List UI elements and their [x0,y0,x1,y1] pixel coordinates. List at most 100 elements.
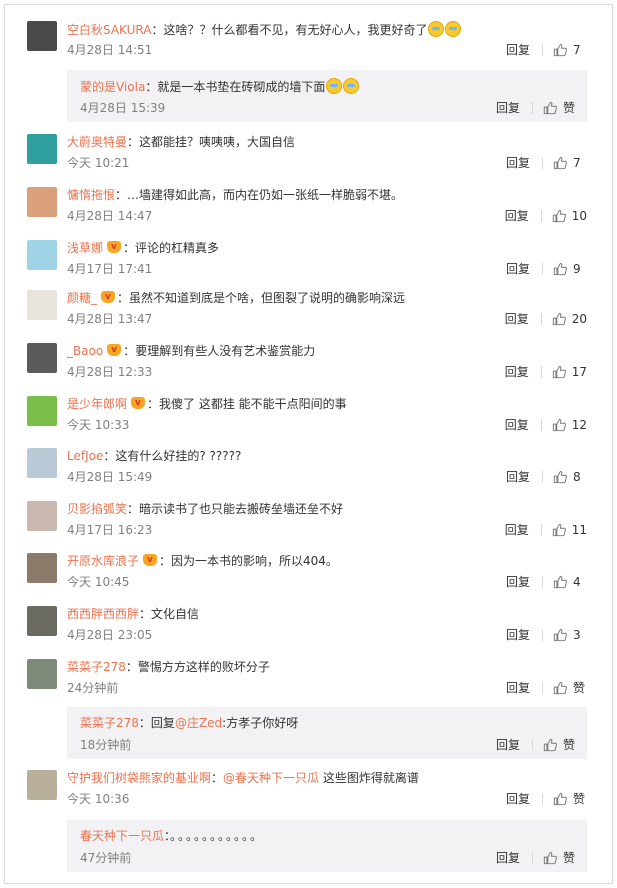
commenter-name[interactable]: 贝影掐弧笑 [67,502,127,516]
commenter-name[interactable]: 守护我们树袋熊家的基业啊 [67,771,211,785]
reply-button[interactable]: 回复 [506,469,530,485]
reply-button[interactable]: 回复 [506,574,530,590]
laughing-tears-icon [343,78,360,94]
mention-link[interactable]: @春天种下一只瓜 [223,771,319,785]
comment-text: 文化自信 [151,607,200,621]
like-count: 8 [573,470,581,484]
avatar[interactable] [27,290,57,320]
avatar[interactable] [27,21,57,51]
reply-button[interactable]: 回复 [505,364,529,380]
like-button[interactable]: 赞 [543,850,577,866]
reply-button[interactable]: 回复 [506,627,530,643]
timestamp: 今天 10:21 [67,156,130,170]
reply-button[interactable]: 回复 [505,208,529,224]
thumb-up-icon [553,575,567,589]
commenter-name[interactable]: 西西胖西西胖 [67,607,139,621]
reply-button[interactable]: 回复 [506,261,530,277]
comment-text: 虽然不知道到底是个啥，但图裂了说明的确影响深远 [129,291,406,305]
reply-button[interactable]: 回复 [505,311,529,327]
comment-content: 慵惰拖恨：…墙建得如此高，而内在仍如一张纸一样脆弱不堪。 [67,188,404,202]
reply-actions: 回复 赞 [496,737,577,753]
like-count: 赞 [573,792,586,806]
replier-name[interactable]: 菜菜子278 [80,716,139,730]
avatar[interactable] [27,553,57,583]
reply-button[interactable]: 回复 [506,791,530,807]
like-label: 赞 [563,101,576,115]
divider [542,263,543,275]
comment-meta: 4月28日 15:49 回复 8 [67,469,587,485]
like-button[interactable]: 10 [552,208,587,224]
avatar[interactable] [27,396,57,426]
like-button[interactable]: 3 [553,627,587,643]
avatar[interactable] [27,770,57,800]
divider [542,44,543,56]
avatar[interactable] [27,240,57,270]
like-button[interactable]: 17 [552,364,587,380]
like-button[interactable]: 11 [552,522,587,538]
like-button[interactable]: 赞 [543,100,577,116]
avatar[interactable] [27,659,57,689]
commenter-name[interactable]: 菜菜子278 [67,660,126,674]
commenter-name[interactable]: 慵惰拖恨 [67,188,115,202]
like-button[interactable]: 9 [553,261,587,277]
like-label: 赞 [563,851,576,865]
comment-meta: 今天 10:45 回复 4 [67,574,587,590]
vip-crown-icon: v [107,241,122,253]
mention-link[interactable]: @庄Zed [175,716,222,730]
avatar[interactable] [27,448,57,478]
commenter-name[interactable]: 浅草娜 [67,241,103,255]
reply-button[interactable]: 回复 [506,42,530,58]
divider [542,576,543,588]
like-button[interactable]: 12 [552,417,587,433]
commenter-name[interactable]: 是少年郎啊 [67,397,127,411]
replier-name[interactable]: 蒙的是Viola [80,80,145,94]
commenter-name[interactable]: 开原水库浪子 [67,554,139,568]
commenter-name[interactable]: LefJoe [67,449,103,463]
like-button[interactable]: 赞 [543,737,577,753]
reply-content: 菜菜子278：回复@庄Zed:方孝子你好呀 [80,716,299,730]
reply-button[interactable]: 回复 [506,680,530,696]
like-button[interactable]: 赞 [553,680,587,696]
reply-meta: 18分钟前 回复 赞 [80,737,577,753]
reply-meta: 4月28日 15:39 回复 赞 [80,100,577,116]
avatar[interactable] [27,343,57,373]
timestamp: 4月28日 15:49 [67,470,153,484]
reply-button[interactable]: 回复 [505,417,529,433]
crying-face-icon [445,21,462,37]
like-button[interactable]: 8 [553,469,587,485]
divider [540,366,542,378]
reply-button[interactable]: 回复 [505,522,529,538]
like-count: 7 [573,156,581,170]
comment-meta: 今天 10:36 回复 赞 [67,791,587,807]
reply-button[interactable]: 回复 [496,100,520,116]
replier-name[interactable]: 春天种下一只瓜 [80,829,164,843]
like-button[interactable]: 7 [553,155,587,171]
reply-button[interactable]: 回复 [496,737,520,753]
like-button[interactable]: 7 [553,42,587,58]
comment-meta: 今天 10:21 回复 7 [67,155,587,171]
avatar[interactable] [27,134,57,164]
thumb-up-icon [552,365,566,379]
commenter-name[interactable]: _Baoo [67,344,103,358]
comment-text: 要理解到有些人没有艺术鉴赏能力 [135,344,316,358]
reply-button[interactable]: 回复 [496,850,520,866]
like-count: 20 [571,312,587,326]
commenter-name[interactable]: 大蔚奥特曼 [67,135,127,149]
avatar[interactable] [27,187,57,217]
comment-content: 开原水库浪子 v ：因为一本书的影响，所以404。 [67,554,338,568]
comment-content: _Baoo v ：要理解到有些人没有艺术鉴赏能力 [67,344,316,358]
timestamp: 4月28日 13:47 [67,312,153,326]
avatar[interactable] [27,606,57,636]
reply-text: 方孝子你好呀 [226,716,299,730]
like-button[interactable]: 赞 [553,791,587,807]
reply-button[interactable]: 回复 [506,155,530,171]
comment-text: 这啥？？什么都看不见，有无好心人，我更好奇了 [163,23,428,37]
avatar[interactable] [27,501,57,531]
commenter-name[interactable]: 颜糖_ [67,291,97,305]
comment-actions: 回复 7 [506,42,587,58]
thumb-up-icon [553,628,567,642]
like-button[interactable]: 4 [553,574,587,590]
vip-crown-icon: v [101,291,116,303]
like-button[interactable]: 20 [552,311,587,327]
commenter-name[interactable]: 空白秋SAKURA [67,23,151,37]
